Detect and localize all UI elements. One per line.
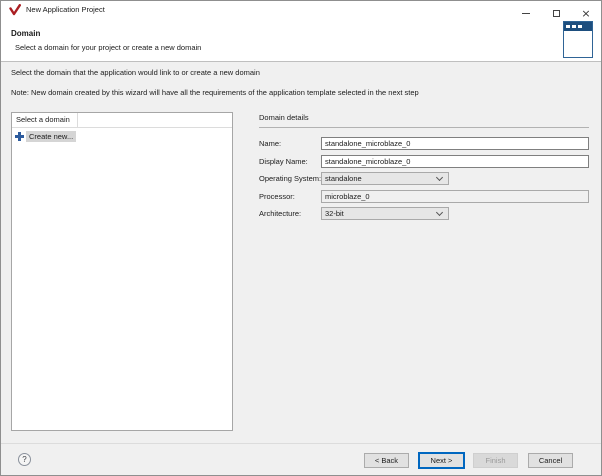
domain-list-header-label: Select a domain [12, 113, 78, 127]
close-icon: × [581, 8, 590, 19]
domain-list-panel: Select a domain Create new... [11, 112, 233, 431]
domain-details-divider [259, 127, 589, 128]
maximize-icon [553, 10, 560, 17]
window-title: New Application Project [26, 5, 105, 15]
processor-label: Processor: [259, 190, 295, 203]
list-item-create-new[interactable]: Create new... [12, 129, 232, 143]
chevron-down-icon [436, 174, 443, 181]
operating-system-value: standalone [325, 174, 362, 183]
next-button[interactable]: Next > [419, 453, 464, 468]
instruction-text: Select the domain that the application w… [11, 68, 260, 77]
operating-system-select[interactable]: standalone [321, 172, 449, 185]
domain-list-header: Select a domain [12, 113, 232, 128]
new-application-project-dialog: New Application Project × Domain Select … [0, 0, 602, 476]
page-title: Domain [11, 29, 40, 38]
domain-details-title: Domain details [259, 113, 309, 122]
architecture-label: Architecture: [259, 207, 301, 220]
note-text: Note: New domain created by this wizard … [11, 88, 419, 97]
architecture-value: 32-bit [325, 209, 344, 218]
minimize-icon [522, 13, 530, 14]
minimize-button[interactable] [511, 1, 541, 25]
xilinx-logo-icon [9, 4, 21, 16]
architecture-select[interactable]: 32-bit [321, 207, 449, 220]
list-item-label: Create new... [26, 131, 76, 142]
help-button[interactable]: ? [18, 453, 31, 466]
name-label: Name: [259, 137, 281, 150]
back-button[interactable]: < Back [364, 453, 409, 468]
footer: ? < Back Next > Finish Cancel [1, 443, 601, 475]
header-zone: New Application Project × Domain Select … [1, 1, 601, 62]
name-input[interactable] [321, 137, 589, 150]
processor-field [321, 190, 589, 203]
finish-button: Finish [473, 453, 518, 468]
page-subtitle: Select a domain for your project or crea… [15, 43, 201, 52]
display-name-input[interactable] [321, 155, 589, 168]
chevron-down-icon [436, 209, 443, 216]
add-icon [15, 132, 24, 141]
display-name-label: Display Name: [259, 155, 308, 168]
wizard-icon-titlebar [564, 22, 592, 31]
help-icon: ? [22, 455, 26, 464]
cancel-button[interactable]: Cancel [528, 453, 573, 468]
operating-system-label: Operating System: [259, 172, 321, 185]
wizard-window-icon [563, 21, 593, 58]
